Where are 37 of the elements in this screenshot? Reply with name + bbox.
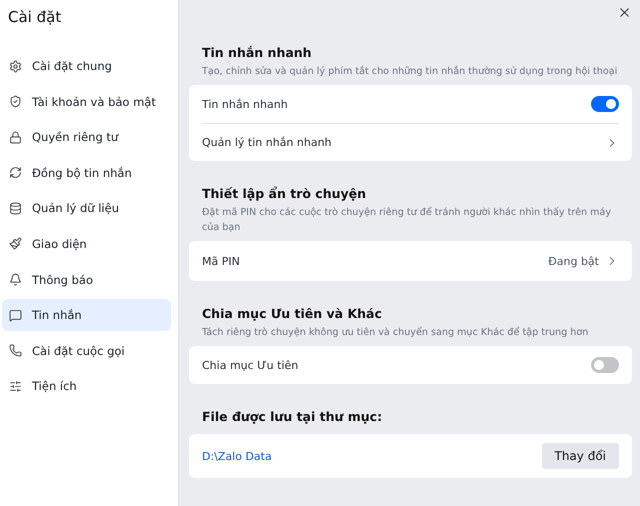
setting-value: Đang bật [548,254,599,268]
setting-label: Chia mục Ưu tiên [202,358,298,372]
bell-icon [9,273,22,286]
setting-label[interactable]: Mã PIN [202,254,240,268]
sidebar-item[interactable]: Tài khoản và bảo mật [2,86,171,118]
message-icon [9,308,22,322]
change-button[interactable]: Thay đổi [542,443,619,469]
sidebar-item[interactable]: Cài đặt cuộc gọi [2,334,171,367]
sliders-icon [9,380,22,393]
toggle-switch[interactable] [591,96,619,112]
section-title: Thiết lập ẩn trò chuyện [201,186,368,201]
section-title: Chia mục Ưu tiên và Khác [201,306,383,321]
setting-label[interactable]: Quản lý tin nhắn nhanh [202,136,332,149]
section-description: Tách riêng trò chuyện không ưu tiên và chuyển sang mục Khác để tập trung hơn [201,326,590,340]
sidebar-title: Cài đặt [7,7,62,28]
gear-icon [9,60,22,72]
lock-icon [9,130,22,144]
setting-label: Tin nhắn nhanh [202,98,288,110]
toggle-switch[interactable] [591,357,619,373]
sidebar-item[interactable]: Giao diện [2,228,171,260]
sidebar-item[interactable]: Thông báo [2,264,171,296]
sync-icon [9,166,22,180]
database-icon [9,202,22,215]
section-description: Đặt mã PIN cho các cuộc trò chuyện riêng tư để tránh người khác nhìn thấy trên máy của bạn [201,206,612,235]
folder-path-link[interactable]: D:\Zalo Data [202,450,272,462]
shield-icon [9,95,22,108]
phone-icon [9,344,22,358]
sidebar-item[interactable]: Tin nhắn [2,299,171,332]
brush-icon [9,237,22,250]
sidebar-item[interactable]: Cài đặt chung [2,50,171,82]
sidebar-item[interactable]: Quản lý dữ liệu [2,192,171,224]
section-description: Tạo, chỉnh sửa và quản lý phím tắt cho những tin nhắn thường sử dụng trong hội thoại [201,64,618,79]
section-title: File được lưu tại thư mục: [201,409,384,424]
sidebar-item[interactable]: Quyền riêng tư [2,121,171,154]
sidebar-item[interactable]: Đồng bộ tin nhắn [2,156,171,189]
sidebar-item[interactable]: Tiện ích [2,370,171,402]
section-title: Tin nhắn nhanh [201,45,313,60]
